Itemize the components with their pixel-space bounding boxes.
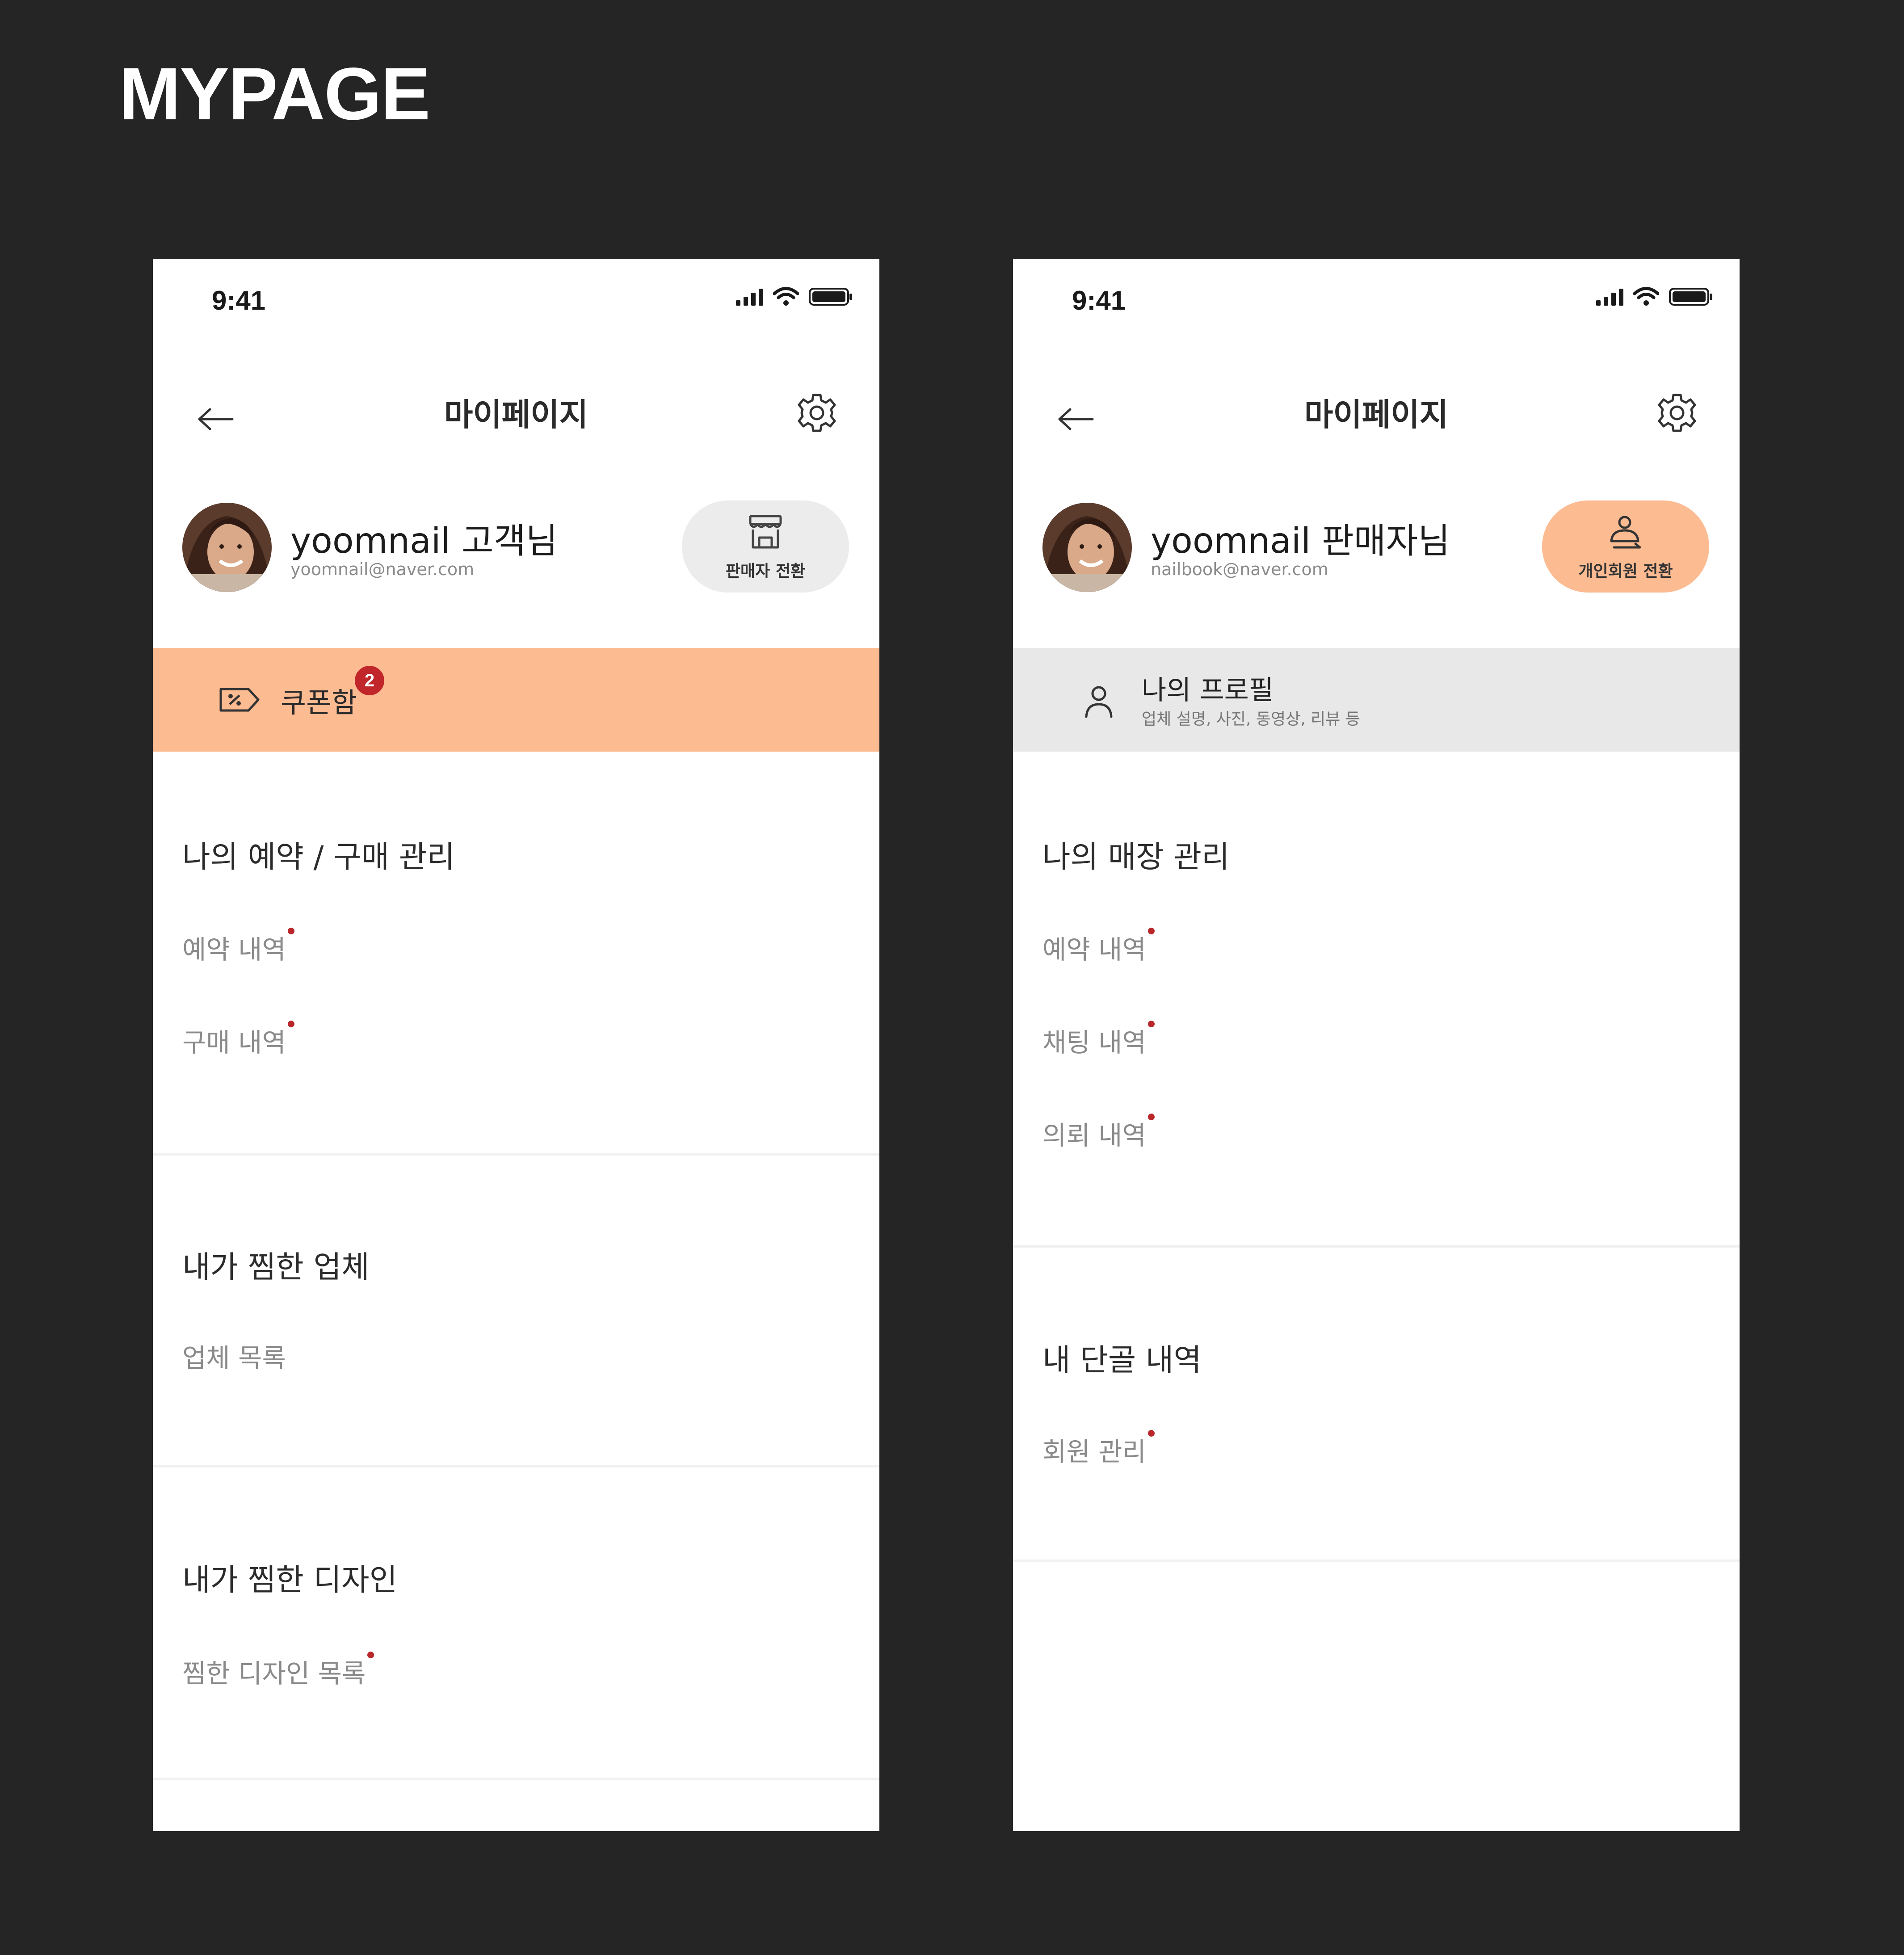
my-profile-title: 나의 프로필 [1142, 675, 1274, 706]
section-divider [1013, 1245, 1740, 1248]
menu-item-label: 채팅 내역 [1042, 1027, 1146, 1058]
battery-icon [809, 288, 852, 306]
status-time: 9:41 [1072, 286, 1126, 315]
wifi-icon [1633, 287, 1659, 306]
gear-icon[interactable] [795, 391, 838, 434]
menu-item-requests[interactable]: 의뢰 내역 [1042, 1114, 1155, 1152]
profile-name: yoomnail 판매자님 [1151, 521, 1450, 561]
section-divider [153, 1153, 879, 1156]
section-divider [153, 1778, 879, 1780]
new-dot [1147, 928, 1155, 934]
section-divider [1013, 1560, 1740, 1562]
new-dot [1147, 1021, 1155, 1027]
coupon-label: 쿠폰함 [281, 686, 357, 719]
menu-item-purchases[interactable]: 구매 내역 [182, 1021, 294, 1059]
section-title-store-management: 나의 매장 관리 [1042, 840, 1230, 875]
coupon-box[interactable]: 쿠폰함 2 [153, 648, 879, 752]
menu-item-label: 예약 내역 [1042, 934, 1146, 965]
status-time: 9:41 [212, 286, 266, 315]
section-divider [153, 1465, 879, 1467]
menu-item-reservations[interactable]: 예약 내역 [182, 928, 294, 966]
store-icon [749, 515, 782, 549]
menu-item-label: 업체 목록 [182, 1343, 286, 1373]
profile-name: yoomnail 고객님 [290, 521, 558, 561]
section-title-liked-designs: 내가 찜한 디자인 [182, 1563, 398, 1598]
user-switch-icon [1610, 516, 1641, 549]
my-profile-box[interactable]: 나의 프로필 업체 설명, 사진, 동영상, 리뷰 등 [1013, 648, 1740, 752]
menu-item-member-management[interactable]: 회원 관리 [1042, 1430, 1155, 1468]
new-dot [1147, 1430, 1155, 1437]
personal-member-switch-button[interactable]: 개인회원 전환 [1542, 500, 1709, 593]
menu-item-label: 예약 내역 [182, 934, 286, 965]
person-icon [1085, 686, 1113, 718]
avatar [182, 503, 272, 592]
wifi-icon [773, 287, 799, 306]
section-title-reservation-purchase: 나의 예약 / 구매 관리 [182, 840, 455, 875]
menu-item-liked-designs[interactable]: 찜한 디자인 목록 [182, 1652, 374, 1690]
profile-email: yoomnail@naver.com [290, 559, 475, 579]
gear-icon[interactable] [1656, 391, 1698, 434]
avatar [1042, 503, 1132, 592]
menu-item-label: 회원 관리 [1042, 1437, 1146, 1467]
new-dot [287, 1021, 294, 1027]
status-icons [736, 287, 853, 307]
customer-mypage-screen: 9:41 마이페이지 yoomnail 고객님 yoomnail@naver.c… [153, 259, 879, 1831]
section-title-liked-shops: 내가 찜한 업체 [182, 1250, 370, 1285]
menu-item-reservations[interactable]: 예약 내역 [1042, 928, 1155, 966]
coupon-tag-icon [219, 688, 260, 712]
new-dot [367, 1652, 374, 1658]
menu-item-label: 의뢰 내역 [1042, 1120, 1146, 1151]
nav-title: 마이페이지 [1304, 396, 1448, 433]
menu-item-shop-list[interactable]: 업체 목록 [182, 1337, 286, 1375]
seller-mypage-screen: 9:41 마이페이지 yoomnail 판매자님 nailbook@naver.… [1013, 259, 1740, 1831]
new-dot [287, 928, 294, 934]
section-title-regulars: 내 단골 내역 [1042, 1343, 1202, 1378]
coupon-count-badge: 2 [355, 666, 384, 695]
nav-title: 마이페이지 [444, 396, 588, 433]
menu-item-label: 찜한 디자인 목록 [182, 1658, 366, 1689]
signal-icon [736, 288, 763, 306]
menu-item-chats[interactable]: 채팅 내역 [1042, 1021, 1155, 1059]
profile-email: nailbook@naver.com [1151, 559, 1328, 579]
personal-switch-label: 개인회원 전환 [1578, 562, 1673, 580]
battery-icon [1669, 288, 1712, 306]
seller-switch-button[interactable]: 판매자 전환 [682, 500, 849, 593]
new-dot [1147, 1114, 1155, 1120]
status-icons [1596, 287, 1714, 307]
seller-switch-label: 판매자 전환 [725, 562, 806, 580]
my-profile-subtitle: 업체 설명, 사진, 동영상, 리뷰 등 [1142, 710, 1360, 728]
page-title: MYPAGE [119, 53, 430, 135]
signal-icon [1596, 288, 1623, 306]
menu-item-label: 구매 내역 [182, 1027, 286, 1058]
